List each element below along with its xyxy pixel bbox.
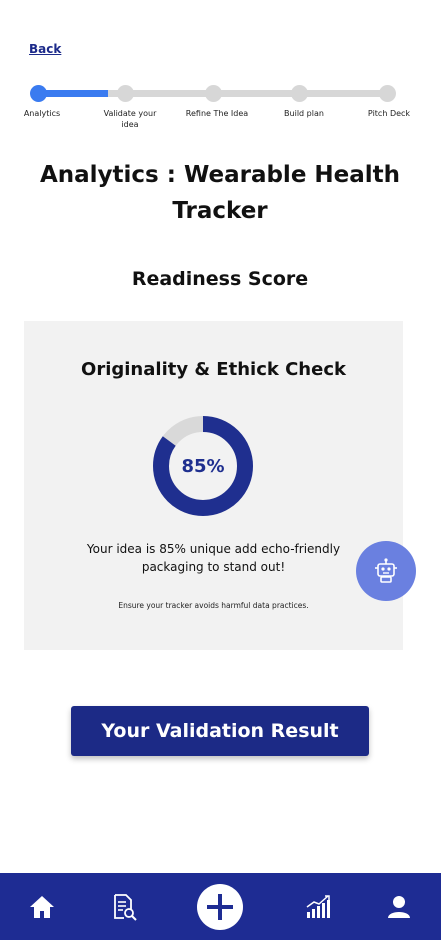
step-label-pitch-deck: Pitch Deck — [367, 109, 411, 118]
nav-add-button[interactable] — [196, 873, 244, 940]
step-dot-pitch-deck[interactable] — [379, 85, 396, 102]
home-icon — [30, 895, 54, 918]
back-link[interactable]: Back — [29, 42, 61, 56]
plus-icon — [197, 883, 243, 930]
score-note: Ensure your tracker avoids harmful data … — [118, 601, 309, 610]
validation-result-button[interactable]: Your Validation Result — [71, 706, 369, 756]
bottom-nav — [0, 873, 441, 940]
step-dot-validate[interactable] — [117, 85, 134, 102]
step-dot-refine[interactable] — [205, 85, 222, 102]
robot-icon — [375, 558, 397, 583]
step-dot-analytics[interactable] — [30, 85, 47, 102]
step-dot-build-plan[interactable] — [291, 85, 308, 102]
page-title: Analytics : Wearable Health Tracker — [39, 162, 401, 224]
nav-profile[interactable] — [381, 873, 417, 940]
assistant-button[interactable] — [356, 541, 416, 601]
growth-chart-icon — [306, 894, 330, 918]
section-title: Readiness Score — [131, 268, 309, 290]
document-search-icon — [114, 893, 137, 921]
score-label: 85% — [181, 455, 225, 477]
step-label-refine: Refine The Idea — [185, 109, 249, 118]
originality-card: Originality & Ethick Check 85% Your idea… — [24, 321, 403, 650]
card-title: Originality & Ethick Check — [81, 359, 346, 380]
nav-documents[interactable] — [104, 873, 144, 940]
step-label-analytics: Analytics — [23, 109, 61, 118]
stepper-progress — [38, 90, 108, 97]
user-icon — [388, 895, 410, 918]
nav-home[interactable] — [20, 873, 64, 940]
step-label-validate: Validate your idea — [103, 109, 157, 129]
nav-analytics[interactable] — [300, 873, 336, 940]
score-message: Your idea is 85% unique add echo-friendl… — [86, 542, 341, 574]
step-label-build-plan: Build plan — [284, 109, 324, 118]
